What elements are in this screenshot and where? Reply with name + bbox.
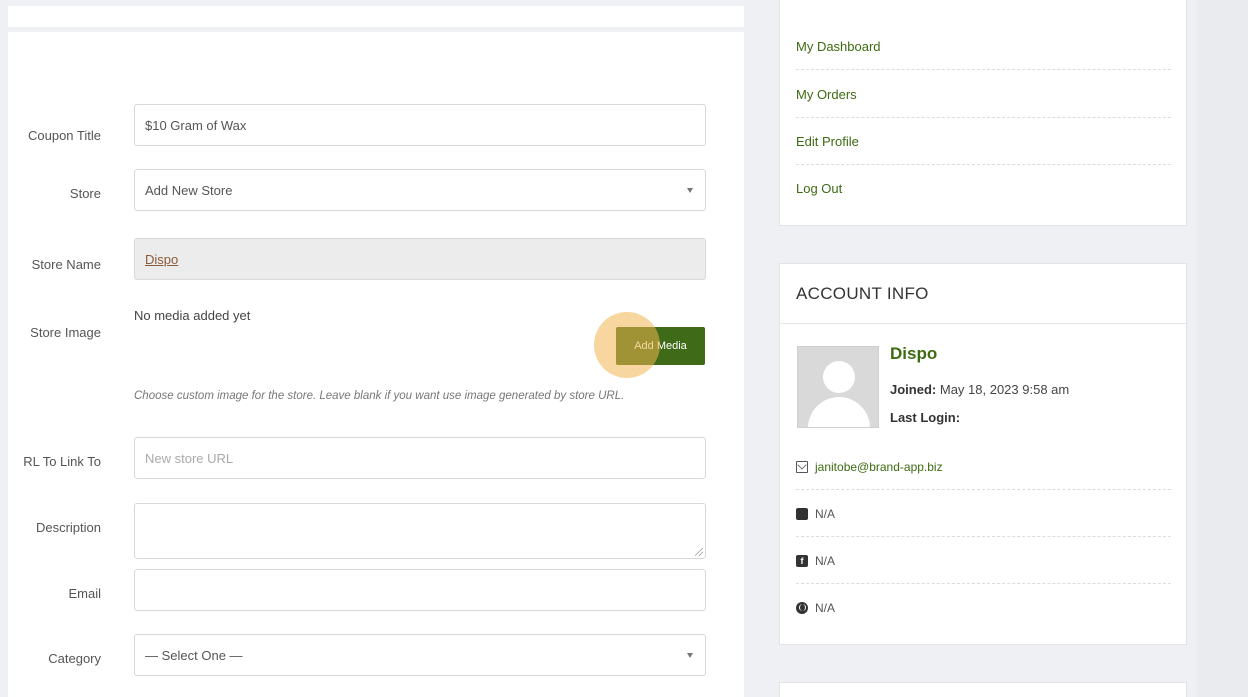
account-facebook-row: f N/A <box>796 538 1171 584</box>
coupon-form-panel: Coupon Title $10 Gram of Wax Store Add N… <box>8 6 744 697</box>
store-url-placeholder: New store URL <box>145 450 234 466</box>
account-website-row: N/A <box>796 585 1171 631</box>
nav-my-orders[interactable]: My Orders <box>796 71 1171 118</box>
description-label: Description <box>35 520 101 535</box>
category-select-value: — Select One — <box>145 647 243 663</box>
account-email-row: janitobe@brand-app.biz <box>796 444 1171 490</box>
facebook-icon: f <box>796 554 808 567</box>
twitter-icon <box>796 507 808 520</box>
store-url-input[interactable]: New store URL <box>134 437 706 479</box>
joined-date: Joined: May 18, 2023 9:58 am <box>890 382 1069 397</box>
store-select[interactable]: Add New Store <box>134 169 706 211</box>
nav-edit-profile[interactable]: Edit Profile <box>796 118 1171 165</box>
store-image-label: Store Image <box>30 325 101 340</box>
page-right-gutter <box>1197 0 1248 697</box>
add-media-button[interactable]: Add Media <box>616 327 705 365</box>
account-nav-card: My Dashboard My Orders Edit Profile Log … <box>779 0 1187 226</box>
category-select[interactable]: — Select One — <box>134 634 706 676</box>
avatar-head <box>823 361 855 393</box>
nav-log-out[interactable]: Log Out <box>796 165 1171 212</box>
globe-icon <box>796 602 808 614</box>
store-label: Store <box>69 186 101 201</box>
sidebar-next-card <box>779 682 1187 697</box>
store-url-label: RL To Link To <box>23 454 101 469</box>
account-twitter-value: N/A <box>815 506 836 521</box>
store-image-help-text: Choose custom image for the store. Leave… <box>134 390 625 402</box>
store-name-input[interactable]: Dispo <box>134 238 706 280</box>
account-twitter-row: N/A <box>796 491 1171 537</box>
last-login-label: Last Login: <box>890 410 961 425</box>
chevron-down-icon <box>687 653 693 658</box>
description-textarea[interactable] <box>134 503 706 559</box>
account-website-value: N/A <box>815 601 836 615</box>
coupon-title-input[interactable]: $10 Gram of Wax <box>134 104 706 146</box>
panel-header-strip <box>8 6 744 32</box>
nav-my-dashboard[interactable]: My Dashboard <box>796 23 1171 70</box>
resize-handle-icon[interactable] <box>695 548 703 556</box>
email-label: Email <box>68 586 101 601</box>
account-info-card: ACCOUNT INFO Dispo Joined: May 18, 2023 … <box>779 263 1187 645</box>
chevron-down-icon <box>687 188 693 193</box>
email-input[interactable] <box>134 569 706 611</box>
avatar-shoulders <box>808 397 870 427</box>
store-select-value: Add New Store <box>145 182 233 198</box>
account-user-name[interactable]: Dispo <box>890 344 937 364</box>
account-info-title: ACCOUNT INFO <box>780 264 1186 324</box>
store-name-value: Dispo <box>145 251 179 267</box>
mail-icon <box>796 460 808 473</box>
joined-value: May 18, 2023 9:58 am <box>939 382 1070 397</box>
account-email-link[interactable]: janitobe@brand-app.biz <box>815 460 943 474</box>
coupon-title-label: Coupon Title <box>28 128 101 143</box>
avatar-placeholder-icon <box>797 346 879 428</box>
no-media-text: No media added yet <box>134 308 251 323</box>
coupon-title-value: $10 Gram of Wax <box>145 117 247 133</box>
category-label: Category <box>48 651 101 666</box>
store-name-label: Store Name <box>31 257 101 272</box>
account-facebook-value: N/A <box>815 553 836 568</box>
joined-label: Joined: <box>890 382 937 397</box>
